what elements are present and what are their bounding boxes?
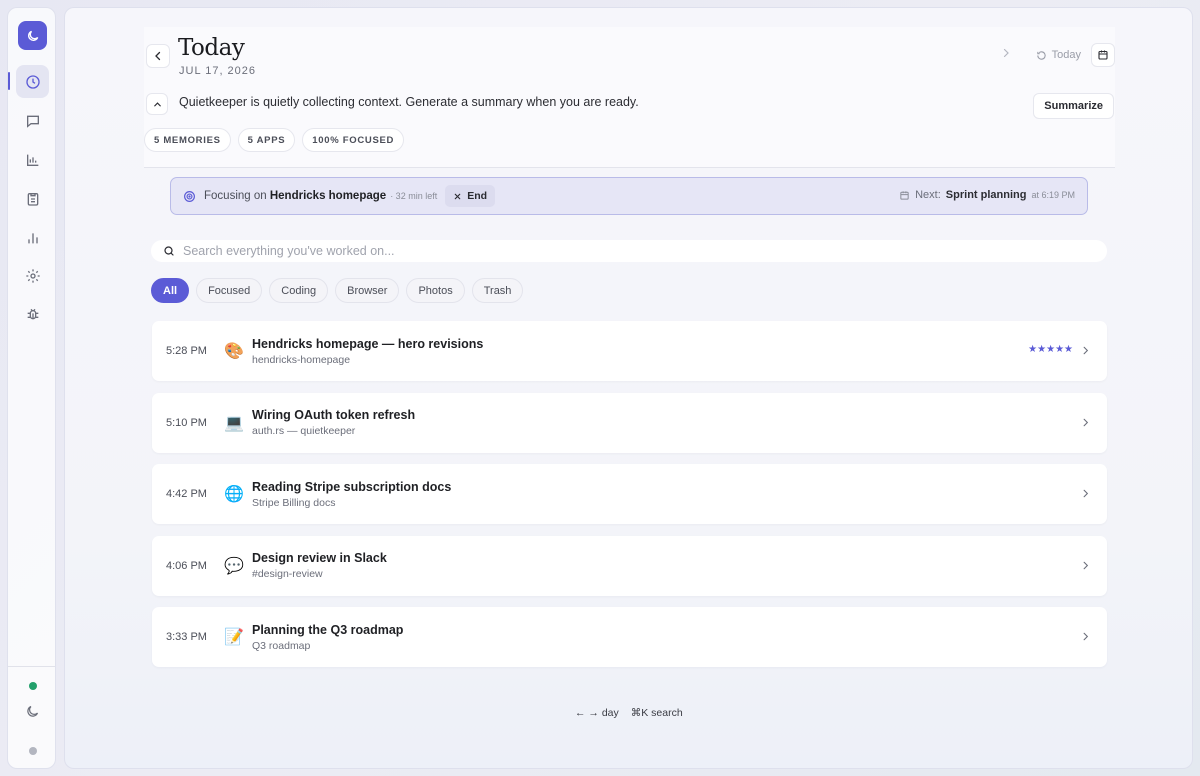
item-title: Planning the Q3 roadmap [252, 622, 404, 637]
day-nav-hint: ← → day [575, 707, 619, 719]
list-item[interactable]: 4:06 PM 💬 Design review in Slack #design… [152, 535, 1107, 596]
filter-photos[interactable]: Photos [406, 278, 465, 303]
next-event[interactable]: Next: Sprint planning at 6:19 PM [899, 189, 1075, 201]
analytics-chart-icon[interactable] [16, 143, 49, 176]
item-time: 3:33 PM [166, 631, 207, 643]
settings-gear-icon[interactable] [16, 259, 49, 292]
focus-time-left: · 32 min left [390, 191, 438, 201]
previous-day-button[interactable] [146, 44, 170, 68]
filter-focused[interactable]: Focused [196, 278, 263, 303]
filter-coding[interactable]: Coding [269, 278, 329, 303]
chevron-right-icon [1080, 415, 1091, 433]
apps-chip: 5 APPS [237, 128, 296, 152]
focus-target: Hendricks homepage [269, 190, 387, 202]
globe-icon: 🌐 [224, 486, 244, 503]
speech-bubble-icon: 💬 [224, 557, 244, 575]
reset-icon [1036, 50, 1046, 60]
status-online-dot [29, 682, 37, 690]
rail-divider [8, 666, 55, 667]
chevron-right-icon [1080, 629, 1091, 647]
active-indicator [8, 72, 10, 90]
item-title: Design review in Slack [252, 551, 387, 565]
chevron-right-icon [1080, 486, 1091, 504]
item-time: 4:06 PM [166, 559, 207, 572]
today-label: Today [1051, 49, 1081, 61]
summarize-button[interactable]: Summarize [1033, 93, 1114, 119]
chat-icon[interactable] [16, 104, 49, 137]
clipboard-icon[interactable] [16, 182, 49, 215]
list-item[interactable]: 5:28 PM 🎨 Hendricks homepage — hero revi… [152, 321, 1107, 381]
item-body: Planning the Q3 roadmap Q3 roadmap [252, 623, 403, 652]
rating-stars[interactable]: ★★★★★ [1028, 344, 1073, 355]
next-title: Sprint planning [945, 189, 1027, 201]
item-body: Reading Stripe subscription docs Stripe … [252, 480, 451, 509]
item-time: 5:28 PM [166, 345, 207, 357]
item-subtitle: hendricks-homepage [252, 353, 351, 366]
page-date: JUL 17, 2026 [179, 65, 257, 77]
main-panel: Today JUL 17, 2026 Today Quietkeeper is … [64, 7, 1193, 769]
item-title: Reading Stripe subscription docs [252, 479, 452, 494]
item-body: Wiring OAuth token refresh auth.rs — qui… [252, 408, 415, 437]
end-focus-button[interactable]: End [445, 185, 496, 207]
search-shortcut-hint: ⌘K search [630, 707, 683, 719]
item-subtitle: Stripe Billing docs [252, 496, 336, 509]
chevron-right-icon [1080, 558, 1091, 576]
item-body: Design review in Slack #design-review [252, 551, 387, 580]
debug-bug-icon[interactable] [16, 297, 49, 330]
context-message: Quietkeeper is quietly collecting contex… [179, 95, 639, 109]
next-time: at 6:19 PM [1031, 190, 1075, 200]
stats-chips: 5 MEMORIES 5 APPS 100% FOCUSED [144, 128, 405, 152]
bar-chart-icon[interactable] [16, 221, 49, 254]
close-icon [454, 193, 461, 199]
item-subtitle: Q3 roadmap [252, 639, 311, 652]
item-time: 5:10 PM [166, 416, 207, 429]
item-title: Hendricks homepage — hero revisions [252, 336, 484, 351]
next-day-chevron-icon[interactable] [1000, 46, 1012, 64]
item-title: Wiring OAuth token refresh [252, 408, 416, 422]
list-item[interactable]: 3:33 PM 📝 Planning the Q3 roadmap Q3 roa… [152, 607, 1107, 667]
item-subtitle: auth.rs — quietkeeper [252, 425, 356, 437]
today-button[interactable]: Today [1036, 49, 1081, 61]
search-input[interactable] [183, 244, 1063, 258]
item-time: 4:42 PM [166, 488, 207, 500]
palette-icon: 🎨 [224, 343, 244, 360]
page-title: Today [178, 35, 245, 61]
focus-target-icon [184, 190, 195, 202]
calendar-icon [1098, 50, 1108, 60]
next-prefix: Next: [915, 189, 941, 201]
filter-browser[interactable]: Browser [335, 278, 400, 303]
memo-icon: 📝 [224, 629, 244, 646]
end-label: End [467, 190, 488, 202]
sidebar-rail [7, 7, 56, 769]
calendar-small-icon [900, 190, 909, 200]
focus-status: Focusing on Hendricks homepage [204, 190, 386, 202]
search-bar [151, 240, 1107, 262]
status-idle-dot [29, 747, 37, 755]
laptop-icon: 💻 [224, 414, 244, 432]
day-navigation: Today [1000, 43, 1115, 67]
list-item[interactable]: 5:10 PM 💻 Wiring OAuth token refresh aut… [152, 392, 1107, 453]
timeline-clock-icon[interactable] [16, 65, 49, 98]
filter-trash[interactable]: Trash [471, 278, 524, 303]
keyboard-hints: ← → day ⌘K search [575, 707, 683, 719]
filter-all[interactable]: All [151, 278, 190, 303]
memories-chip: 5 MEMORIES [144, 128, 231, 152]
filter-tabs: All Focused Coding Browser Photos Trash [151, 278, 524, 303]
day-header: Today JUL 17, 2026 Today Quietkeeper is … [144, 27, 1115, 168]
app-logo-moon-icon[interactable] [18, 21, 47, 50]
focus-session-bar: Focusing on Hendricks homepage · 32 min … [170, 177, 1088, 215]
list-item[interactable]: 4:42 PM 🌐 Reading Stripe subscription do… [152, 464, 1107, 524]
item-body: Hendricks homepage — hero revisions hend… [252, 337, 483, 366]
collapse-button[interactable] [146, 93, 168, 115]
memory-list: 5:28 PM 🎨 Hendricks homepage — hero revi… [152, 321, 1107, 679]
calendar-button[interactable] [1091, 43, 1115, 67]
theme-moon-icon[interactable] [16, 695, 49, 728]
chevron-up-icon [153, 101, 161, 106]
search-icon [164, 246, 174, 256]
item-subtitle: #design-review [252, 568, 323, 580]
focused-chip: 100% FOCUSED [302, 128, 405, 152]
focus-prefix: Focusing on [204, 190, 267, 202]
chevron-right-icon [1080, 343, 1091, 361]
